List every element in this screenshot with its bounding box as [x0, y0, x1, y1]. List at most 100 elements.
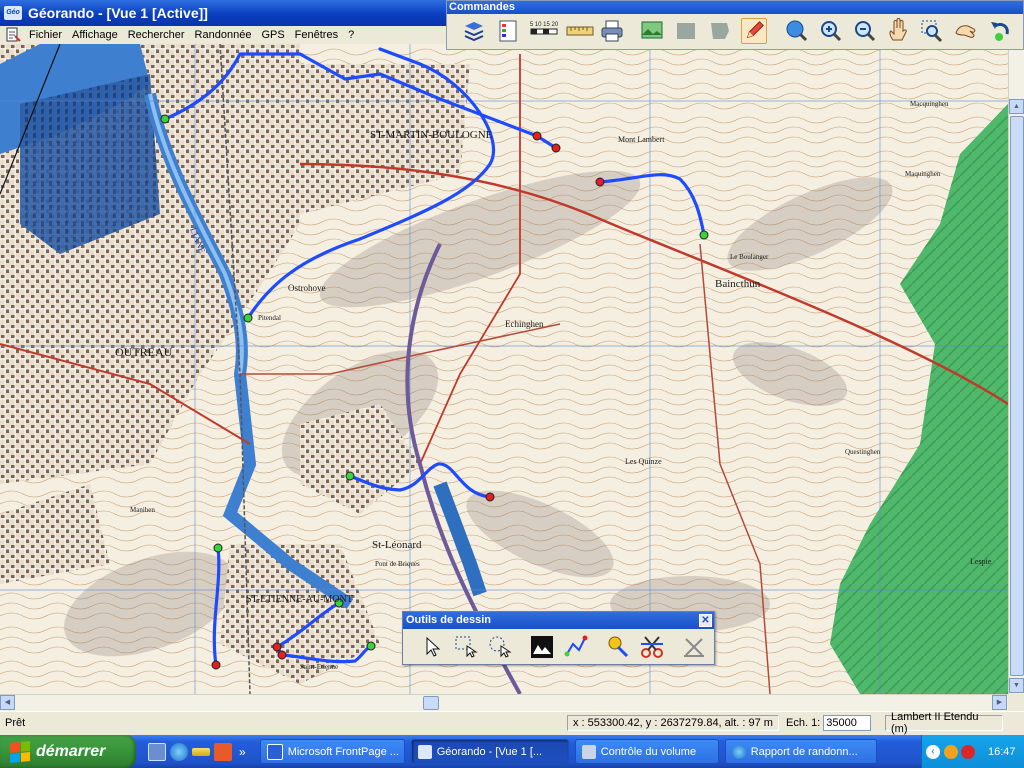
undo-icon[interactable]: [987, 18, 1013, 44]
route-draw-icon[interactable]: [563, 634, 589, 660]
scroll-up-icon[interactable]: ▲: [1009, 99, 1024, 114]
map-label: OUTREAU: [115, 345, 173, 359]
export-image-icon[interactable]: [639, 18, 665, 44]
select-circle-icon[interactable]: [487, 634, 513, 660]
route-end-node[interactable]: [272, 642, 282, 652]
task-label: Rapport de randonn...: [750, 745, 858, 758]
task-frontpage[interactable]: Microsoft FrontPage ...: [259, 739, 405, 764]
vertical-scroll-thumb[interactable]: [1010, 116, 1024, 676]
globe-icon[interactable]: [783, 18, 809, 44]
drawing-tools-title: Outils de dessin: [406, 614, 491, 626]
system-tray: ‹ 16:47: [921, 735, 1024, 768]
route-end-node[interactable]: [277, 650, 287, 660]
volume-control-icon: [581, 744, 596, 759]
menu-fichier[interactable]: Fichier: [24, 29, 67, 41]
map-view[interactable]: ST-MARTIN-BOULOGNE Mont Lambert Baincthu…: [0, 44, 1008, 694]
ruler-icon[interactable]: [565, 18, 595, 44]
route-end-node[interactable]: [485, 492, 495, 502]
internet-explorer-icon: [731, 744, 746, 759]
route-start-node[interactable]: [213, 543, 223, 553]
status-ready-text: Prêt: [5, 717, 26, 729]
map-label: Echinghen: [505, 319, 544, 329]
frontpage-icon: [266, 743, 283, 760]
scissors-icon[interactable]: [639, 634, 665, 660]
profile-icon[interactable]: [529, 634, 555, 660]
scale-panel: Ech. 1:: [781, 715, 883, 731]
task-rapport[interactable]: Rapport de randonn...: [724, 739, 877, 764]
start-button[interactable]: démarrer: [0, 735, 136, 768]
legend-icon[interactable]: [495, 18, 521, 44]
route-start-node[interactable]: [366, 641, 376, 651]
coordinates-readout: x : 553300.42, y : 2637279.84, alt. : 97…: [573, 717, 773, 729]
vertical-scrollbar[interactable]: ▲ ▼: [1008, 44, 1024, 694]
chevron-left-icon[interactable]: ‹: [926, 744, 940, 759]
show-desktop-icon[interactable]: [148, 742, 166, 761]
zoom-in-icon[interactable]: [817, 18, 843, 44]
drawing-tools-palette[interactable]: Outils de dessin ✕: [402, 611, 715, 665]
hand-pan-icon[interactable]: [885, 18, 911, 44]
menu-randonnee[interactable]: Randonnée: [190, 29, 257, 41]
mail-icon[interactable]: [214, 742, 232, 761]
topographic-map[interactable]: ST-MARTIN-BOULOGNE Mont Lambert Baincthu…: [0, 44, 1008, 694]
map-label: Lespie: [970, 557, 992, 566]
close-icon[interactable]: ✕: [699, 614, 712, 627]
internet-explorer-icon[interactable]: [170, 742, 188, 761]
map-label: ST-MARTIN-BOULOGNE: [370, 129, 493, 141]
stamp-icon[interactable]: [673, 18, 699, 44]
pencil-icon[interactable]: [741, 18, 767, 44]
route-end-node[interactable]: [551, 143, 561, 153]
task-volume-control[interactable]: Contrôle du volume: [574, 739, 719, 764]
horizontal-scrollbar[interactable]: ◀ ▶: [0, 694, 1008, 711]
map-label: Le Boulanger: [730, 253, 769, 261]
drawing-tools-title-bar[interactable]: Outils de dessin ✕: [403, 612, 714, 629]
map-label: Manihen: [130, 506, 155, 514]
commandes-title: Commandes: [447, 1, 1023, 14]
select-rect-icon[interactable]: [453, 634, 479, 660]
erase-icon[interactable]: [681, 634, 707, 660]
tray-alert-icon[interactable]: [961, 744, 975, 759]
projection-panel: Lambert II Etendu (m): [885, 711, 1003, 735]
route-end-node[interactable]: [532, 131, 542, 141]
waypoint-icon[interactable]: [605, 634, 631, 660]
zoom-rect-icon[interactable]: [919, 18, 945, 44]
status-bar: Prêt x : 553300.42, y : 2637279.84, alt.…: [0, 711, 1024, 735]
quick-launch-tool-icon[interactable]: [192, 747, 210, 756]
zoom-out-icon[interactable]: [851, 18, 877, 44]
menu-help[interactable]: ?: [343, 29, 359, 41]
document-icon[interactable]: [4, 27, 22, 43]
map-label: Pitendal: [258, 314, 281, 322]
hand-grab-icon[interactable]: [953, 18, 979, 44]
commandes-toolbar[interactable]: Commandes 5 10 15 20: [446, 0, 1024, 50]
map-label: Maquinghen: [905, 170, 941, 178]
route-start-node[interactable]: [345, 471, 355, 481]
scroll-down-icon[interactable]: ▼: [1009, 678, 1024, 693]
menu-affichage[interactable]: Affichage: [67, 29, 123, 41]
map-label: ST-ETIENNE-AU-MONT: [246, 594, 353, 605]
route-start-node[interactable]: [160, 114, 170, 124]
menu-rechercher[interactable]: Rechercher: [123, 29, 190, 41]
scale-input[interactable]: [823, 715, 872, 731]
scale-icon[interactable]: 5 10 15 20: [529, 18, 559, 44]
menu-fenetres[interactable]: Fenêtres: [290, 29, 343, 41]
task-label: Contrôle du volume: [600, 745, 697, 758]
print-icon[interactable]: [599, 18, 625, 44]
task-label: Géorando - [Vue 1 [...: [436, 745, 543, 758]
layers-icon[interactable]: [461, 18, 487, 44]
menu-gps[interactable]: GPS: [256, 29, 289, 41]
scroll-right-icon[interactable]: ▶: [992, 695, 1007, 710]
route-start-node[interactable]: [243, 313, 253, 323]
route-start-node[interactable]: [699, 230, 709, 240]
horizontal-scroll-thumb[interactable]: [423, 696, 439, 710]
map-label: Questinghen: [845, 448, 881, 456]
route-end-node[interactable]: [595, 177, 605, 187]
route-end-node[interactable]: [211, 660, 221, 670]
scroll-left-icon[interactable]: ◀: [0, 695, 15, 710]
task-label: Microsoft FrontPage ...: [287, 745, 399, 758]
stamp-2-icon[interactable]: [707, 18, 733, 44]
task-georando[interactable]: Géorando - [Vue 1 [...: [410, 739, 569, 764]
map-label: Macquinghen: [910, 100, 949, 108]
quick-launch-more-icon[interactable]: »: [239, 745, 246, 759]
cursor-icon[interactable]: [419, 634, 445, 660]
tray-app-icon[interactable]: [944, 744, 958, 759]
start-label: démarrer: [36, 742, 106, 760]
